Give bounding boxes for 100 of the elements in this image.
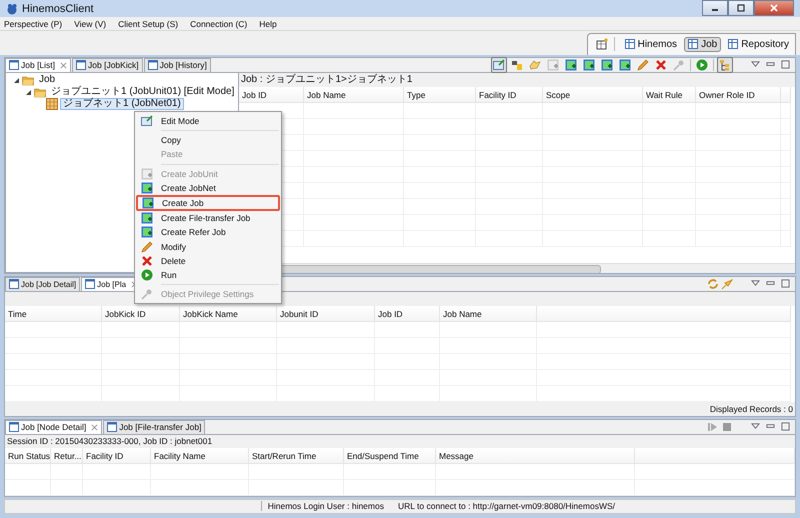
column-header[interactable]: Job ID	[239, 86, 304, 103]
table-cell	[643, 102, 696, 119]
close-icon[interactable]	[91, 424, 98, 431]
expand-arrow-icon[interactable]	[24, 88, 32, 96]
add-node-icon	[565, 58, 577, 71]
view-tab[interactable]: Job [File-transfer Job]	[103, 420, 206, 434]
table-icon	[688, 39, 698, 50]
column-header[interactable]: Time	[5, 306, 102, 322]
view-tab[interactable]: Job [List]	[5, 58, 72, 72]
column-header[interactable]: End/Suspend Time	[344, 448, 436, 464]
column-header[interactable]: Facility ID	[476, 86, 543, 103]
menu-item[interactable]: View (V)	[74, 18, 106, 29]
window-icon	[9, 279, 19, 290]
tree-item[interactable]: ジョブユニット1 (JobUnit01) [Edit Mode]	[48, 86, 238, 98]
perspective-button[interactable]: Job	[684, 36, 722, 52]
add-node-icon	[601, 58, 613, 71]
tree-view-icon	[719, 58, 731, 71]
menu-item[interactable]: Help	[259, 18, 277, 29]
breadcrumb: Job : ジョブユニット1>ジョブネット1	[240, 72, 414, 87]
column-header[interactable]: Facility ID	[83, 448, 151, 464]
maximize-icon[interactable]	[781, 422, 790, 432]
play-icon	[696, 58, 708, 71]
menu-item[interactable]: Perspective (P)	[4, 18, 62, 29]
perspective-button[interactable]: Hinemos	[620, 36, 682, 52]
expand-arrow-icon[interactable]	[12, 76, 20, 84]
window-title: HinemosClient	[22, 2, 94, 15]
empty-header-cell	[781, 86, 791, 103]
table-cell	[375, 322, 440, 338]
table-icon	[728, 39, 738, 50]
edit-mode-icon	[141, 115, 153, 128]
record-count: Displayed Records : 0	[708, 402, 794, 416]
maximize-icon	[737, 4, 745, 12]
column-header[interactable]: JobKick ID	[102, 306, 180, 322]
add-node-icon	[141, 212, 153, 224]
view-menu-icon[interactable]	[751, 279, 760, 288]
menu-item[interactable]: Client Setup (S)	[118, 18, 178, 29]
maximize-icon[interactable]	[781, 60, 790, 70]
delete-icon	[141, 254, 153, 267]
view-tab[interactable]: Job [JobKick]	[72, 58, 143, 72]
open-perspective-icon[interactable]	[596, 38, 608, 50]
column-header[interactable]: Facility Name	[151, 448, 249, 464]
pencil-icon	[637, 58, 649, 71]
column-header[interactable]: Message	[436, 448, 635, 464]
column-header[interactable]: Start/Rerun Time	[249, 448, 344, 464]
window-icon	[9, 60, 19, 70]
close-button[interactable]	[754, 0, 794, 16]
table-cell	[404, 102, 476, 119]
view-tab[interactable]: Job [History]	[144, 58, 211, 72]
column-header[interactable]: Wait Rule	[643, 86, 696, 103]
app-icon	[6, 2, 18, 15]
close-icon	[770, 4, 778, 12]
perspective-button[interactable]: Repository	[724, 36, 793, 52]
column-header[interactable]: Run Status	[5, 448, 51, 464]
pencil-icon	[141, 240, 153, 253]
tree-item[interactable]: Job	[36, 74, 58, 86]
edit-mode-icon	[493, 58, 505, 71]
maximize-button[interactable]	[728, 0, 754, 16]
menu-item[interactable]: Copy	[136, 133, 280, 148]
menu-item[interactable]: Create Job	[136, 194, 280, 212]
column-header[interactable]: Retur...	[51, 448, 83, 464]
table-cell	[83, 464, 151, 480]
menu-item[interactable]: Edit Mode	[136, 114, 280, 128]
menu-item[interactable]: Delete	[136, 254, 280, 268]
table-cell	[51, 464, 83, 480]
menu-item[interactable]: Modify	[136, 240, 280, 254]
column-header[interactable]: Type	[404, 86, 476, 103]
menu-item[interactable]: Create File-transfer Job	[136, 211, 280, 226]
view-tab[interactable]: Job [Job Detail]	[5, 276, 80, 291]
window-icon	[9, 422, 19, 432]
menu-item[interactable]: Create Refer Job	[136, 225, 280, 240]
tree-item[interactable]: ジョブネット1 (JobNet01)	[60, 98, 184, 110]
window-icon	[148, 60, 158, 70]
add-node-icon	[142, 197, 154, 210]
column-header[interactable]: JobKick Name	[180, 306, 277, 322]
view-menu-icon[interactable]	[751, 60, 760, 70]
add-node-icon	[141, 182, 153, 194]
menu-item[interactable]: Connection (C)	[190, 18, 248, 29]
view-tab[interactable]: Job [Node Detail]	[5, 420, 102, 434]
window-icon	[76, 60, 86, 70]
close-icon[interactable]	[60, 62, 68, 69]
session-info: Session ID : 20150430233333-000, Job ID : jobnet001	[6, 434, 214, 448]
folder-icon	[22, 74, 34, 86]
column-header[interactable]: Jobunit ID	[277, 306, 375, 322]
add-node-icon	[619, 58, 631, 71]
column-header[interactable]: Job Name	[440, 306, 537, 322]
play-icon	[141, 268, 153, 281]
add-node-icon	[141, 168, 153, 180]
minimize-button[interactable]	[702, 0, 728, 16]
column-header[interactable]: Job Name	[304, 86, 404, 103]
connection-url: URL to connect to : http://garnet-vm09:8080/HinemosWS/	[398, 501, 615, 512]
delete-icon	[655, 58, 667, 71]
column-header[interactable]: Owner Role ID	[696, 86, 781, 103]
column-header[interactable]: Job ID	[375, 306, 440, 322]
column-header[interactable]: Scope	[543, 86, 643, 103]
maximize-icon[interactable]	[781, 279, 790, 288]
folder-icon	[34, 86, 46, 98]
view-menu-icon[interactable]	[751, 422, 760, 432]
menu-item[interactable]: Create JobNet	[136, 180, 280, 195]
grid-icon	[46, 98, 58, 110]
window-icon	[107, 422, 118, 432]
